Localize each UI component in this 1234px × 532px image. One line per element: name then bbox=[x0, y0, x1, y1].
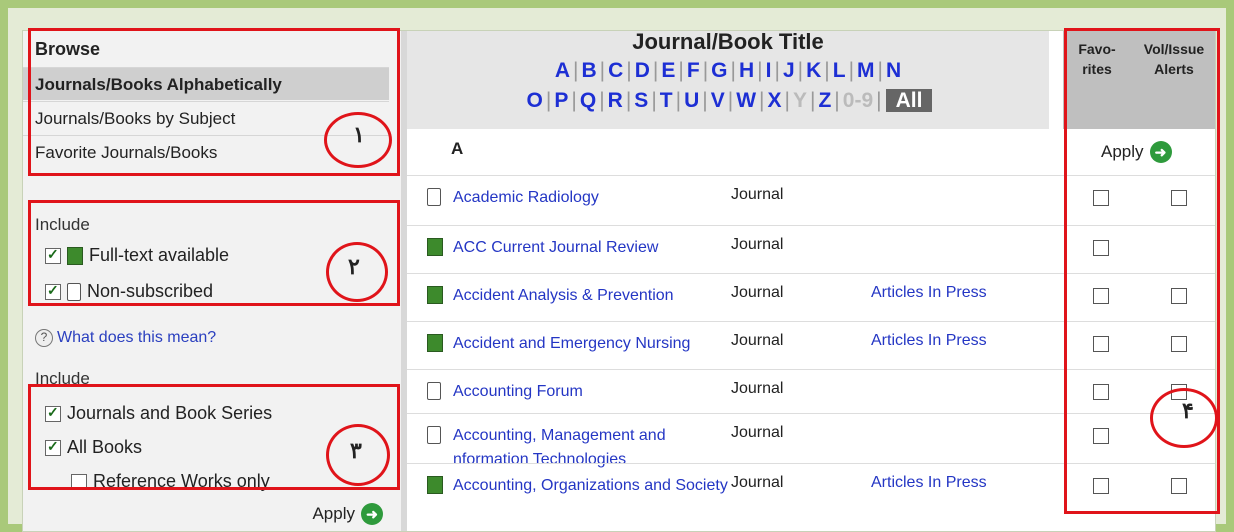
letter-link-j[interactable]: J bbox=[780, 59, 798, 82]
letter-link-y: Y bbox=[792, 89, 807, 112]
letter-link-l[interactable]: L bbox=[830, 59, 849, 82]
letter-link-n[interactable]: N bbox=[883, 59, 904, 82]
page-title: Journal/Book Title bbox=[632, 30, 824, 54]
letter-link-0-9: 0-9 bbox=[842, 89, 874, 112]
letter-separator: | bbox=[759, 89, 765, 112]
question-icon: ? bbox=[35, 329, 53, 347]
journal-title-link[interactable]: Accounting Forum bbox=[453, 380, 743, 404]
journal-type: Journal bbox=[731, 380, 784, 397]
articles-in-press-link[interactable]: Articles In Press bbox=[871, 474, 987, 492]
full-text-green-icon bbox=[427, 238, 443, 256]
letter-link-m[interactable]: M bbox=[854, 59, 878, 82]
letter-row-1: A | B | C | D | E | F | G | H | I | J | K | L | M | N bbox=[407, 59, 1049, 83]
annotation-number-1: ١ bbox=[353, 122, 365, 147]
journal-title-link[interactable]: Accident and Emergency Nursing bbox=[453, 332, 743, 356]
letter-separator: | bbox=[824, 59, 830, 82]
letter-link-v[interactable]: V bbox=[708, 89, 728, 112]
letter-link-k[interactable]: K bbox=[803, 59, 824, 82]
document-icon bbox=[427, 426, 441, 444]
full-text-green-icon bbox=[427, 286, 443, 304]
letter-link-d[interactable]: D bbox=[632, 59, 653, 82]
letter-link-h[interactable]: H bbox=[736, 59, 757, 82]
letter-link-b[interactable]: B bbox=[578, 59, 599, 82]
annotation-number-2: ٢ bbox=[348, 254, 360, 279]
letter-separator: | bbox=[876, 89, 882, 112]
letter-separator: | bbox=[651, 89, 657, 112]
arrow-right-icon[interactable]: ➜ bbox=[361, 503, 383, 525]
journal-title-link[interactable]: Accident Analysis & Prevention bbox=[453, 284, 743, 308]
full-text-green-icon bbox=[427, 476, 443, 494]
letter-link-all[interactable]: All bbox=[885, 89, 933, 112]
sidebar-apply-button[interactable]: Apply ➜ bbox=[312, 503, 383, 525]
letter-separator: | bbox=[626, 59, 632, 82]
letter-link-q[interactable]: Q bbox=[577, 89, 599, 112]
letter-link-u[interactable]: U bbox=[681, 89, 702, 112]
journal-type: Journal bbox=[731, 186, 784, 203]
document-icon bbox=[427, 382, 441, 400]
full-text-green-icon bbox=[427, 334, 443, 352]
letter-separator: | bbox=[702, 89, 708, 112]
journal-type: Journal bbox=[731, 332, 784, 349]
letter-link-e[interactable]: E bbox=[658, 59, 678, 82]
help-link-text[interactable]: What does this mean? bbox=[57, 329, 216, 347]
letter-link-i[interactable]: I bbox=[763, 59, 775, 82]
title-header: Journal/Book Title A | B | C | D | E | F | G | H | I | J | K… bbox=[407, 31, 1049, 129]
journal-type: Journal bbox=[731, 474, 784, 491]
annotation-number-4: ۴ bbox=[1182, 398, 1194, 423]
letter-link-x[interactable]: X bbox=[765, 89, 785, 112]
letter-separator: | bbox=[834, 89, 840, 112]
letter-heading: A bbox=[451, 139, 464, 158]
journal-title-link[interactable]: Accounting, Organizations and Society bbox=[453, 474, 743, 498]
document-icon bbox=[427, 188, 441, 206]
letter-link-p[interactable]: P bbox=[551, 89, 571, 112]
letter-link-a[interactable]: A bbox=[552, 59, 573, 82]
sidebar-apply-label: Apply bbox=[312, 504, 355, 523]
journal-type: Journal bbox=[731, 284, 784, 301]
letter-link-z[interactable]: Z bbox=[815, 89, 834, 112]
letter-link-o[interactable]: O bbox=[524, 89, 546, 112]
journal-type: Journal bbox=[731, 424, 784, 441]
journal-type: Journal bbox=[731, 236, 784, 253]
letter-link-f[interactable]: F bbox=[684, 59, 703, 82]
journal-title-link[interactable]: Academic Radiology bbox=[453, 186, 743, 210]
articles-in-press-link[interactable]: Articles In Press bbox=[871, 284, 987, 302]
letter-separator: | bbox=[599, 89, 605, 112]
annotation-number-3: ٣ bbox=[350, 438, 362, 463]
letter-link-w[interactable]: W bbox=[733, 89, 759, 112]
letter-link-s[interactable]: S bbox=[631, 89, 651, 112]
letter-row-2: O | P | Q | R | S | T | U | V | W | X | Y | Z | 0-9 | All bbox=[407, 89, 1049, 113]
letter-separator: | bbox=[757, 59, 763, 82]
letter-link-t[interactable]: T bbox=[657, 89, 676, 112]
articles-in-press-link[interactable]: Articles In Press bbox=[871, 332, 987, 350]
journal-title-link[interactable]: ACC Current Journal Review bbox=[453, 236, 743, 260]
letter-link-g[interactable]: G bbox=[708, 59, 730, 82]
letter-link-r[interactable]: R bbox=[605, 89, 626, 112]
help-link[interactable]: ? What does this mean? bbox=[35, 329, 216, 347]
letter-link-c[interactable]: C bbox=[605, 59, 626, 82]
